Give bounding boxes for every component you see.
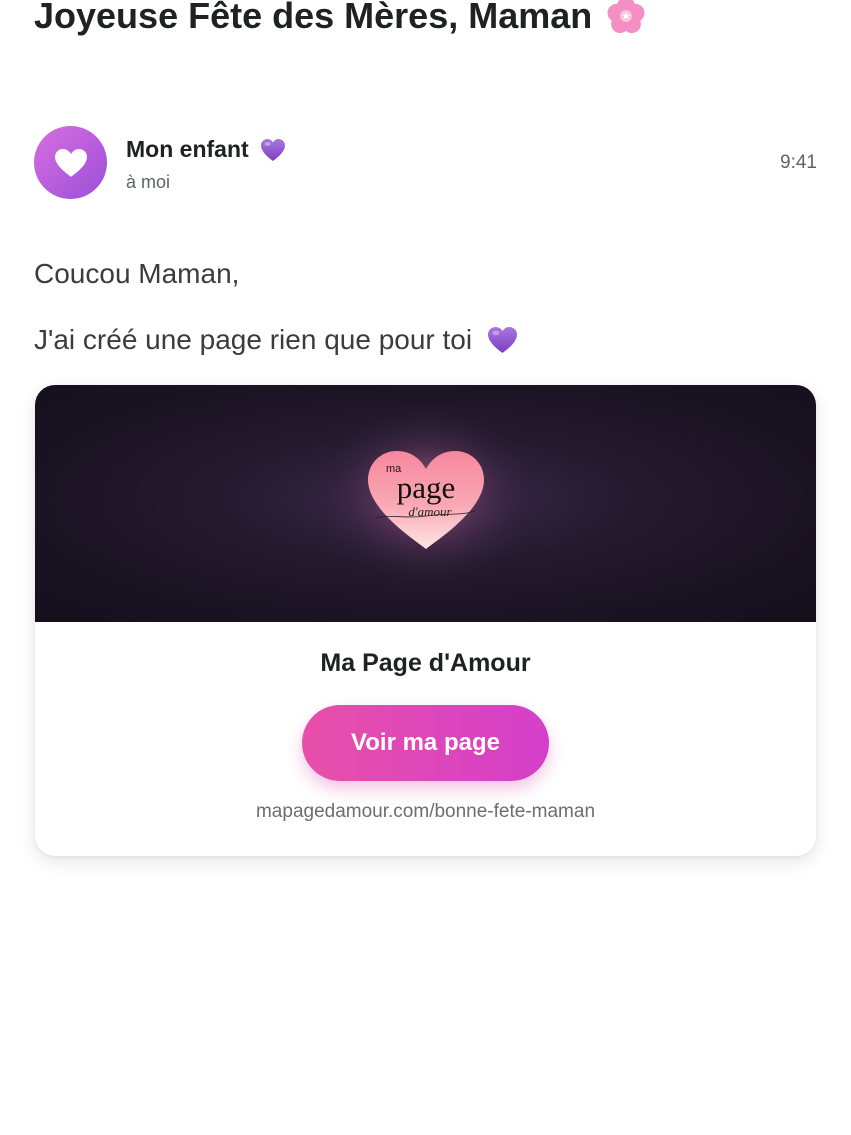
view-page-button[interactable]: Voir ma page bbox=[302, 705, 549, 781]
logo-word-page: page bbox=[397, 470, 456, 505]
heart-logo-icon: ma page d'amour bbox=[316, 400, 536, 590]
email-greeting: Coucou Maman, bbox=[34, 258, 240, 289]
page-preview-card[interactable]: ma page d'amour Ma Page d'Amour Voir ma … bbox=[35, 385, 816, 856]
email-subject-text: Joyeuse Fête des Mères, Maman bbox=[34, 0, 593, 36]
email-subject: Joyeuse Fête des Mères, Maman bbox=[34, 0, 646, 40]
sender-name-text: Mon enfant bbox=[126, 136, 249, 162]
avatar[interactable] bbox=[34, 126, 107, 199]
sender-name[interactable]: Mon enfant bbox=[126, 136, 287, 163]
email-time: 9:41 bbox=[780, 152, 817, 173]
email-message-text: J'ai créé une page rien que pour toi bbox=[34, 324, 473, 355]
purple-heart-icon bbox=[486, 325, 519, 355]
card-title: Ma Page d'Amour bbox=[320, 649, 531, 677]
white-heart-icon bbox=[54, 148, 87, 177]
email-message: J'ai créé une page rien que pour toi bbox=[34, 324, 519, 356]
recipient-label[interactable]: à moi bbox=[126, 172, 170, 193]
sender-row: Mon enfant à moi 9:41 bbox=[34, 126, 817, 200]
card-url-link[interactable]: mapagedamour.com/bonne-fete-maman bbox=[35, 801, 816, 823]
cherry-blossom-icon bbox=[606, 0, 646, 36]
card-banner-image[interactable]: ma page d'amour bbox=[35, 385, 816, 622]
purple-heart-icon bbox=[259, 137, 287, 163]
